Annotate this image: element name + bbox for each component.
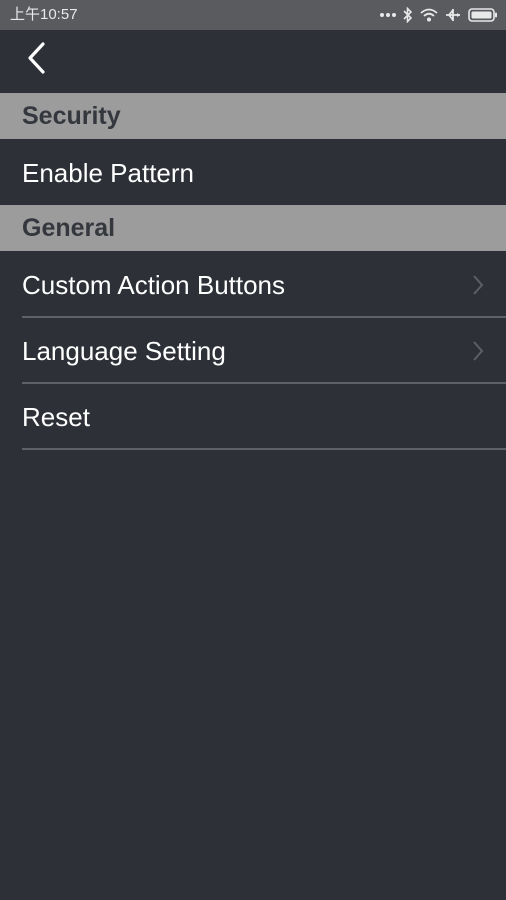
bluetooth-icon (403, 7, 413, 23)
section-header-security: Security (0, 93, 506, 139)
status-time: 上午10:57 (10, 6, 78, 23)
back-button[interactable] (14, 38, 58, 82)
section-header-general: General (0, 205, 506, 251)
custom-action-buttons-row[interactable]: Custom Action Buttons (0, 252, 506, 318)
reset-label: Reset (22, 402, 90, 432)
back-chevron-icon (26, 41, 46, 79)
app-bar (0, 30, 506, 92)
more-dots-icon (380, 12, 396, 18)
chevron-right-icon (472, 340, 484, 362)
custom-action-buttons-label: Custom Action Buttons (22, 270, 286, 300)
wifi-icon (420, 8, 438, 22)
enable-pattern-label: Enable Pattern (22, 158, 195, 188)
enable-pattern-row[interactable]: Enable Pattern (0, 140, 506, 206)
language-setting-label: Language Setting (22, 336, 226, 366)
battery-icon (468, 8, 498, 22)
status-icons (380, 5, 498, 25)
airplane-icon (445, 7, 461, 23)
row-divider (22, 448, 506, 450)
chevron-right-icon (472, 274, 484, 296)
language-setting-row[interactable]: Language Setting (0, 318, 506, 384)
reset-row[interactable]: Reset (0, 384, 506, 450)
status-bar: 上午10:57 (0, 0, 506, 30)
